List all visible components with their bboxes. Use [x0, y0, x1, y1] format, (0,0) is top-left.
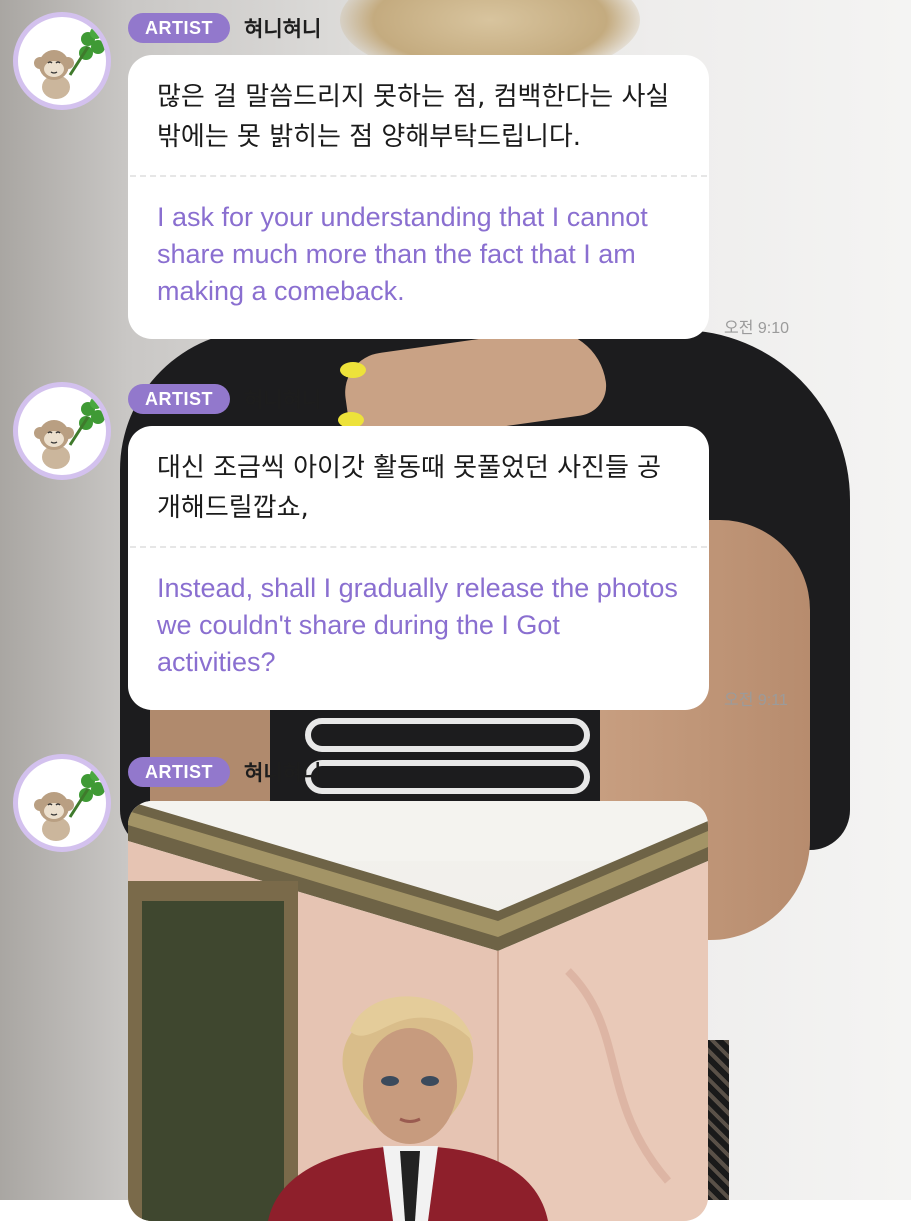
avatar[interactable]	[13, 12, 111, 110]
message-text-korean: 많은 걸 말씀드리지 못하는 점, 컴백한다는 사실밖에는 못 밝히는 점 양해…	[157, 82, 670, 152]
artist-badge: ARTIST	[128, 757, 230, 787]
sender-name[interactable]: 혀니혀니	[244, 13, 321, 43]
message-text-translation: I ask for your understanding that I cann…	[157, 202, 648, 306]
photo-attachment[interactable]	[128, 801, 708, 1221]
message-text-translation: Instead, shall I gradually release the p…	[157, 573, 678, 677]
monkey-with-clover-icon	[34, 27, 105, 99]
message-bubble[interactable]: 많은 걸 말씀드리지 못하는 점, 컴백한다는 사실밖에는 못 밝히는 점 양해…	[128, 55, 709, 339]
monkey-with-clover-icon	[34, 397, 105, 469]
avatar[interactable]	[13, 382, 111, 480]
artist-badge: ARTIST	[128, 384, 230, 414]
message-text-korean: 대신 조금씩 아이갓 활동때 못풀었던 사진들 공개해드릴깝쇼,	[157, 453, 662, 523]
artist-badge: ARTIST	[128, 13, 230, 43]
avatar[interactable]	[13, 754, 111, 852]
message-time: 오전 9:10	[724, 320, 790, 337]
monkey-with-clover-icon	[34, 769, 105, 841]
message-bubble[interactable]: 대신 조금씩 아이갓 활동때 못풀었던 사진들 공개해드릴깝쇼, Instead…	[128, 426, 709, 710]
message-time: 오전 9:11	[724, 692, 788, 709]
photo-image	[128, 801, 708, 1221]
sender-name[interactable]: 혀니혀니	[244, 384, 321, 414]
sender-name[interactable]: 혀니혀니	[244, 757, 321, 787]
